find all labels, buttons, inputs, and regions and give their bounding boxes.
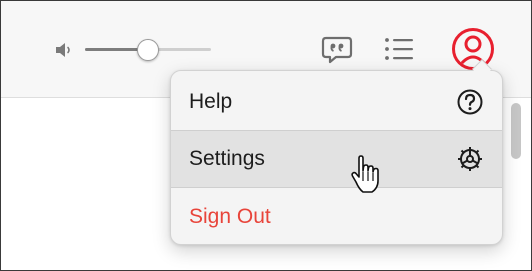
volume-slider[interactable] — [85, 37, 213, 61]
menu-item-label: Settings — [189, 147, 265, 170]
menu-item-label: Sign Out — [189, 205, 271, 228]
gear-icon — [458, 147, 482, 171]
person-circle-icon — [452, 28, 494, 70]
menu-item-sign-out[interactable]: Sign Out — [171, 188, 502, 244]
lyrics-speech-bubble-icon — [321, 36, 353, 64]
question-circle-icon — [457, 89, 483, 114]
scrollbar-thumb[interactable] — [511, 103, 521, 159]
queue-button[interactable] — [384, 36, 414, 62]
pointing-hand-cursor — [351, 155, 379, 193]
list-icon — [385, 38, 413, 60]
menu-item-help[interactable]: Help — [171, 71, 502, 130]
lyrics-button[interactable] — [321, 35, 353, 65]
speaker-icon[interactable] — [54, 41, 76, 59]
app-window: Help Settings Sign Out — [0, 0, 532, 271]
account-button[interactable] — [450, 26, 496, 72]
volume-slider-thumb[interactable] — [137, 39, 159, 61]
menu-item-label: Help — [189, 89, 233, 113]
account-menu: Help Settings Sign Out — [170, 70, 503, 245]
vertical-scrollbar[interactable] — [509, 101, 523, 161]
menu-item-settings[interactable]: Settings — [171, 130, 502, 188]
